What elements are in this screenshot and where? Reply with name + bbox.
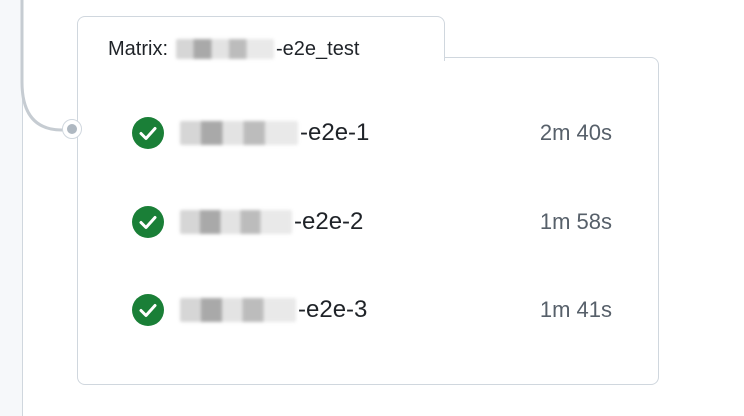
job-row[interactable]: -e2e-3 1m 41s — [132, 290, 612, 330]
job-name-suffix: -e2e-1 — [300, 119, 370, 146]
job-duration: 1m 58s — [539, 209, 612, 234]
job-name-suffix: -e2e-3 — [298, 296, 368, 323]
job-duration: 2m 40s — [539, 120, 612, 145]
job-name[interactable]: -e2e-3 — [180, 294, 367, 326]
matrix-name-suffix: -e2e_test — [276, 38, 360, 60]
matrix-tab: Matrix: -e2e_test — [77, 16, 445, 61]
matrix-prefix: Matrix: — [108, 38, 168, 60]
success-check-icon — [132, 206, 164, 238]
job-name[interactable]: -e2e-2 — [180, 206, 363, 238]
workflow-node-dot — [62, 119, 82, 139]
matrix-title: Matrix: -e2e_test — [108, 37, 359, 61]
redacted-job-name — [180, 298, 296, 322]
redacted-project-name — [176, 39, 274, 59]
success-check-icon — [132, 117, 164, 149]
job-name[interactable]: -e2e-1 — [180, 117, 369, 149]
redacted-job-name — [180, 121, 298, 145]
redacted-job-name — [180, 210, 292, 234]
success-check-icon — [132, 294, 164, 326]
job-duration: 1m 41s — [539, 297, 612, 322]
job-row[interactable]: -e2e-2 1m 58s — [132, 202, 612, 242]
job-name-suffix: -e2e-2 — [294, 208, 364, 235]
job-row[interactable]: -e2e-1 2m 40s — [132, 113, 612, 153]
